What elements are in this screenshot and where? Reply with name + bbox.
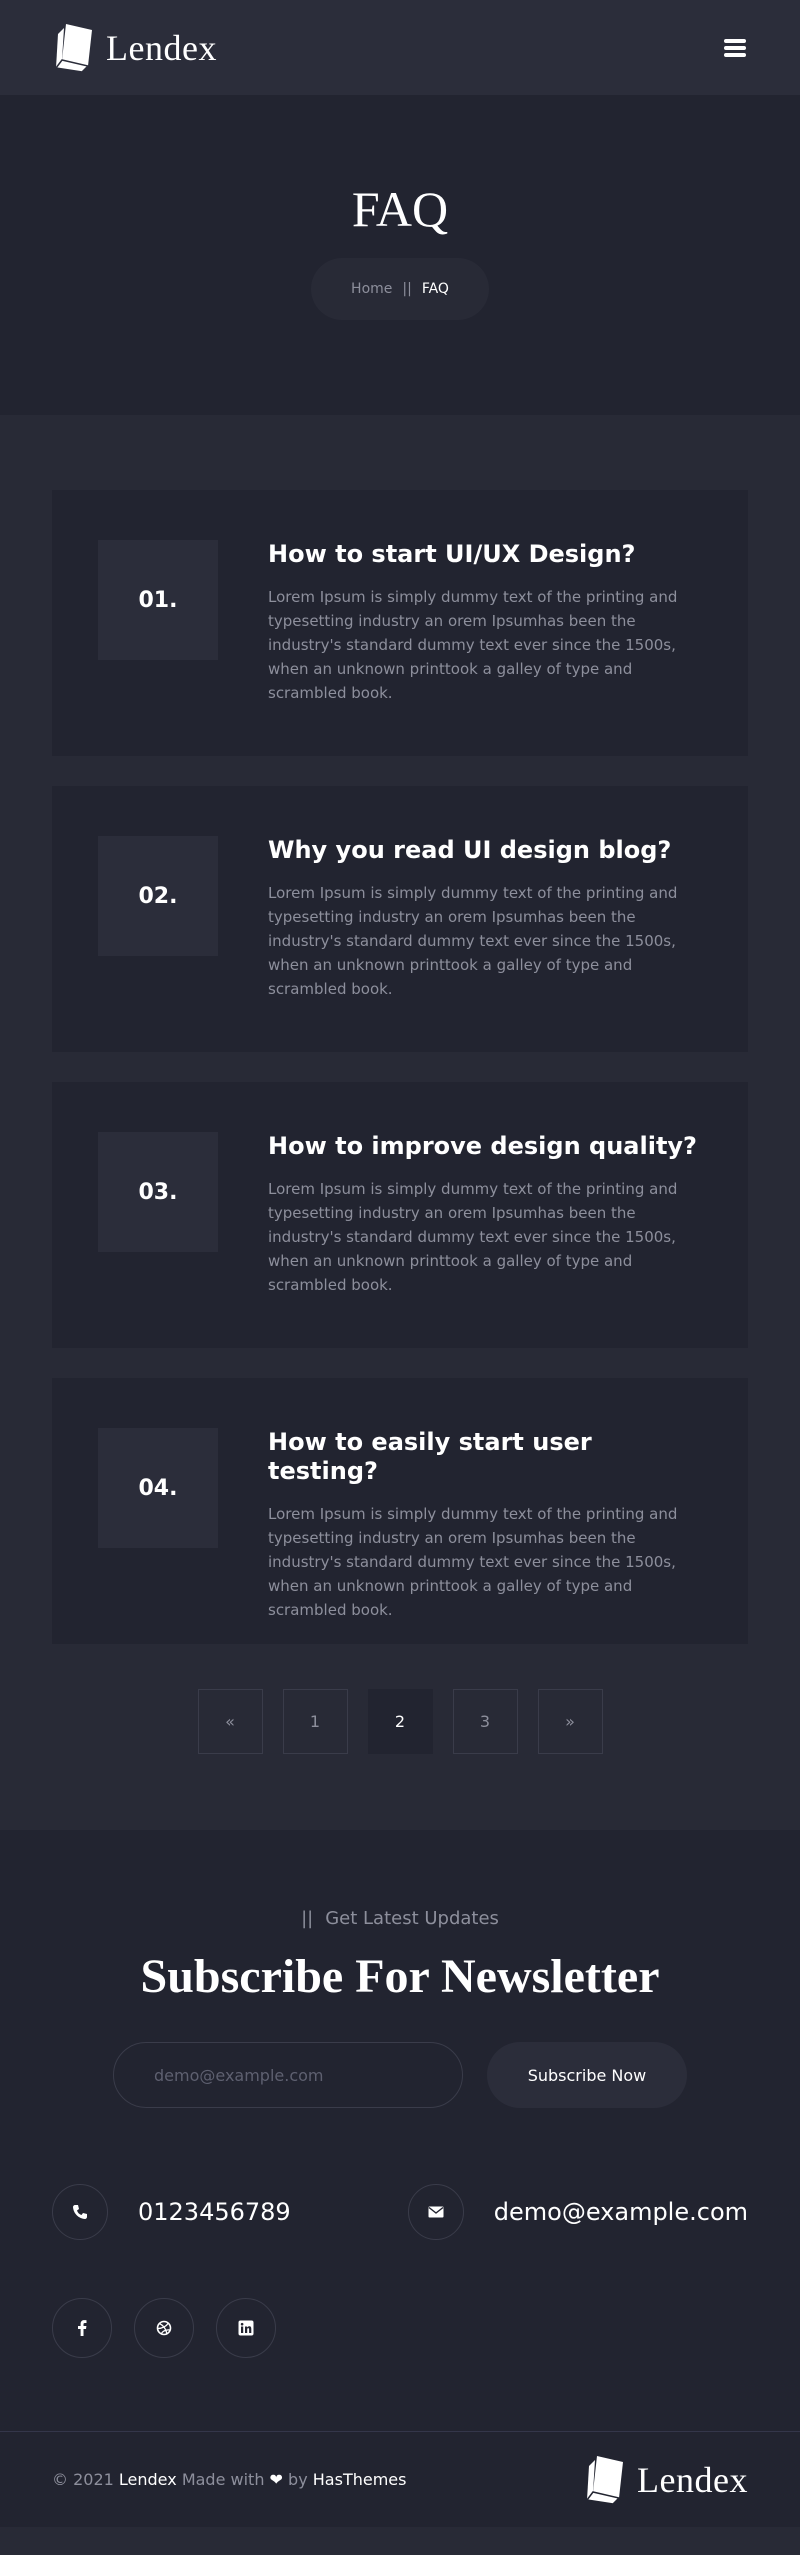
envelope-icon bbox=[407, 2184, 464, 2240]
faq-number: 04. bbox=[98, 1428, 218, 1548]
social-links bbox=[0, 2298, 800, 2358]
heart-icon: ❤ bbox=[269, 2470, 283, 2489]
contact-email[interactable]: demo@example.com bbox=[407, 2184, 748, 2240]
footer-brand-name: Lendex bbox=[637, 2459, 748, 2500]
faq-question: Why you read UI design blog? bbox=[268, 836, 672, 864]
pagination-next-button[interactable]: » bbox=[537, 1689, 603, 1754]
footer-brand-logo[interactable]: Lendex bbox=[583, 2454, 748, 2506]
faq-number: 02. bbox=[98, 836, 218, 956]
hamburger-icon[interactable] bbox=[722, 33, 748, 63]
pagination-page-3[interactable]: 3 bbox=[452, 1689, 518, 1754]
faq-answer: Lorem Ipsum is simply dummy text of the … bbox=[268, 883, 678, 998]
eyebrow-bars: || bbox=[301, 1908, 314, 1929]
pagination-page-1[interactable]: 1 bbox=[282, 1689, 348, 1754]
faq-number: 01. bbox=[98, 540, 218, 660]
faq-number: 03. bbox=[98, 1132, 218, 1252]
book-icon bbox=[54, 23, 92, 73]
site-header: Lendex bbox=[0, 0, 800, 95]
breadcrumb: Home || FAQ bbox=[311, 258, 489, 320]
copyright-text: © 2021 Lendex Made with ❤ by HasThemes bbox=[52, 2470, 406, 2489]
faq-item: 04. How to easily start user testing? Lo… bbox=[52, 1378, 748, 1644]
newsletter-title: Subscribe For Newsletter bbox=[140, 1950, 660, 2003]
linkedin-icon[interactable] bbox=[216, 2298, 276, 2358]
contact-phone[interactable]: 0123456789 bbox=[52, 2184, 291, 2240]
newsletter-eyebrow: || Get Latest Updates bbox=[0, 1908, 800, 1929]
newsletter-form: Subscribe Now bbox=[0, 2042, 800, 2108]
faq-list: 01. How to start UI/UX Design? Lorem Ips… bbox=[0, 415, 800, 1830]
eyebrow-text: Get Latest Updates bbox=[325, 1908, 499, 1929]
faq-answer: Lorem Ipsum is simply dummy text of the … bbox=[268, 1179, 678, 1294]
footer-bottom-bar: © 2021 Lendex Made with ❤ by HasThemes L… bbox=[0, 2431, 800, 2527]
faq-answer: Lorem Ipsum is simply dummy text of the … bbox=[268, 1504, 678, 1619]
pagination: « 1 2 3 » bbox=[52, 1689, 748, 1830]
faq-item: 01. How to start UI/UX Design? Lorem Ips… bbox=[52, 490, 748, 756]
pagination-prev-button[interactable]: « bbox=[197, 1689, 263, 1754]
email-address: demo@example.com bbox=[493, 2198, 748, 2226]
page-hero: FAQ Home || FAQ bbox=[0, 95, 800, 415]
newsletter-email-input[interactable] bbox=[113, 2042, 463, 2108]
brand-name: Lendex bbox=[106, 27, 217, 68]
faq-answer: Lorem Ipsum is simply dummy text of the … bbox=[268, 587, 678, 702]
pagination-page-2[interactable]: 2 bbox=[367, 1689, 433, 1754]
breadcrumb-home-link[interactable]: Home bbox=[351, 281, 392, 297]
phone-number: 0123456789 bbox=[138, 2198, 291, 2226]
faq-question: How to easily start user testing? bbox=[268, 1428, 592, 1485]
faq-item: 02. Why you read UI design blog? Lorem I… bbox=[52, 786, 748, 1052]
breadcrumb-separator: || bbox=[402, 281, 412, 297]
brand-logo[interactable]: Lendex bbox=[52, 22, 217, 74]
faq-item: 03. How to improve design quality? Lorem… bbox=[52, 1082, 748, 1348]
faq-question: How to start UI/UX Design? bbox=[268, 540, 636, 568]
copyright-brand-link[interactable]: Lendex bbox=[119, 2470, 177, 2489]
phone-icon bbox=[52, 2184, 108, 2240]
by-text: by bbox=[288, 2470, 308, 2489]
copyright-prefix: © 2021 bbox=[52, 2470, 114, 2489]
facebook-icon[interactable] bbox=[52, 2298, 112, 2358]
page-title: FAQ bbox=[351, 181, 449, 237]
subscribe-button[interactable]: Subscribe Now bbox=[487, 2042, 687, 2108]
site-footer: || Get Latest Updates Subscribe For Newsl… bbox=[0, 1830, 800, 2527]
author-link[interactable]: HasThemes bbox=[313, 2470, 407, 2489]
faq-question: How to improve design quality? bbox=[268, 1132, 697, 1160]
contact-row: 0123456789 demo@example.com bbox=[0, 2184, 800, 2240]
made-with-text: Made with bbox=[181, 2470, 265, 2489]
breadcrumb-current: FAQ bbox=[421, 281, 449, 297]
book-icon bbox=[585, 2455, 624, 2505]
dribbble-icon[interactable] bbox=[134, 2298, 194, 2358]
